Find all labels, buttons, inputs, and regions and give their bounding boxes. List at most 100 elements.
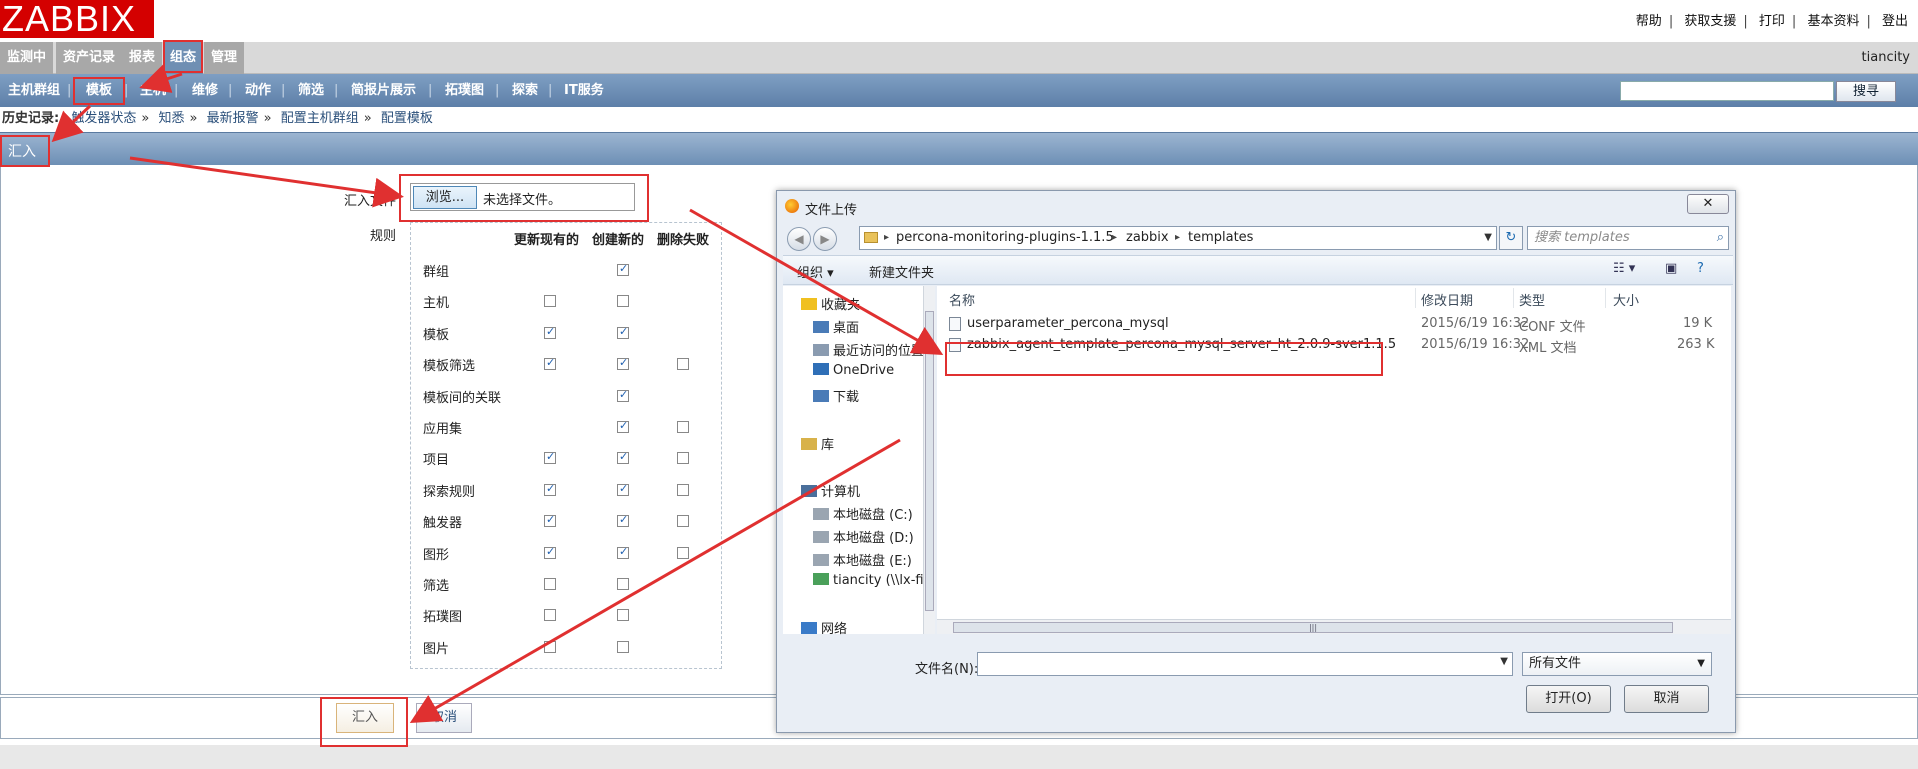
nav-item[interactable]: 下载: [813, 386, 859, 405]
help-icon[interactable]: ?: [1697, 261, 1704, 276]
horizontal-scrollbar-thumb[interactable]: |||: [953, 622, 1673, 633]
nav-item[interactable]: 本地磁盘 (C:): [813, 504, 913, 523]
rule-label: 探索规则: [423, 484, 476, 500]
rule-checkbox-create[interactable]: [617, 450, 629, 465]
nav-item[interactable]: 本地磁盘 (E:): [813, 550, 912, 569]
support-link[interactable]: 获取支援: [1684, 14, 1736, 29]
file-row[interactable]: userparameter_percona_mysql: [967, 316, 1169, 331]
desktop-icon: [813, 321, 829, 333]
help-link[interactable]: 帮助: [1636, 14, 1662, 29]
filetype-select[interactable]: 所有文件 ▼: [1522, 652, 1712, 676]
menu-administration[interactable]: 管理: [204, 42, 245, 74]
rule-checkbox-create[interactable]: [617, 609, 629, 622]
nav-item[interactable]: tiancity (\\lx-file: [813, 573, 935, 588]
history-link[interactable]: 知悉: [158, 111, 184, 126]
rule-checkbox-create[interactable]: [617, 419, 629, 433]
column-header-date[interactable]: 修改日期: [1421, 290, 1473, 309]
rule-checkbox-update[interactable]: [544, 295, 556, 308]
rule-checkbox-create[interactable]: [617, 545, 629, 559]
rule-checkbox-update[interactable]: [544, 450, 556, 465]
rule-checkbox-update[interactable]: [544, 545, 556, 559]
rule-checkbox-delete[interactable]: [677, 452, 689, 465]
rule-checkbox-create[interactable]: [617, 640, 629, 653]
path-segment[interactable]: templates: [1188, 227, 1253, 249]
nav-item[interactable]: 计算机: [801, 481, 860, 500]
search-input[interactable]: [1620, 81, 1834, 101]
close-button[interactable]: ✕: [1687, 194, 1729, 214]
rule-checkbox-update[interactable]: [544, 325, 556, 339]
rule-checkbox-create[interactable]: [617, 262, 629, 276]
submenu-maps[interactable]: 拓璞图: [445, 74, 484, 107]
cancel-button[interactable]: 取消: [416, 703, 472, 733]
submenu-slideshows[interactable]: 简报片展示: [351, 74, 416, 107]
rule-checkbox-delete[interactable]: [677, 483, 689, 496]
history-link[interactable]: 配置模板: [381, 111, 433, 126]
rule-checkbox-create[interactable]: [617, 513, 629, 528]
preview-pane-icon[interactable]: ▣: [1665, 261, 1677, 276]
rule-checkbox-create[interactable]: [617, 295, 629, 308]
nav-item[interactable]: 库: [801, 434, 834, 453]
dialog-search-input[interactable]: 搜索 templates ⌕: [1527, 226, 1729, 250]
profile-link[interactable]: 基本资料: [1807, 14, 1859, 29]
submenu-hostgroups[interactable]: 主机群组: [8, 74, 60, 107]
history-link[interactable]: 配置主机群组: [281, 111, 359, 126]
filename-input[interactable]: ▼: [977, 652, 1513, 676]
back-arrow-icon[interactable]: ◀: [787, 227, 811, 251]
menu-reports[interactable]: 报表: [122, 42, 163, 74]
rule-checkbox-update[interactable]: [544, 578, 556, 590]
rule-checkbox-delete[interactable]: [677, 546, 689, 559]
column-header-size[interactable]: 大小: [1613, 290, 1639, 309]
nav-item[interactable]: 收藏夹: [801, 294, 860, 313]
submenu-hosts[interactable]: 主机: [140, 74, 166, 107]
organize-button[interactable]: 组织 ▾: [797, 262, 834, 281]
submenu-filters[interactable]: 筛选: [298, 74, 324, 107]
nav-item[interactable]: 网络: [801, 618, 847, 637]
rule-checkbox-update[interactable]: [544, 482, 556, 496]
submenu-itservices[interactable]: IT服务: [564, 74, 604, 107]
rule-checkbox-delete[interactable]: [677, 358, 689, 371]
dialog-cancel-button[interactable]: 取消: [1624, 685, 1709, 713]
rule-checkbox-update[interactable]: [544, 513, 556, 528]
horizontal-scrollbar[interactable]: |||: [937, 619, 1731, 634]
column-header-name[interactable]: 名称: [949, 290, 975, 309]
path-segment[interactable]: zabbix: [1126, 227, 1169, 249]
nav-item[interactable]: OneDrive: [813, 363, 894, 378]
new-folder-button[interactable]: 新建文件夹: [869, 262, 934, 281]
forward-arrow-icon[interactable]: ▶: [813, 227, 837, 251]
search-icon[interactable]: ⌕: [1717, 227, 1724, 249]
address-bar[interactable]: ▸ percona-monitoring-plugins-1.1.5 ▸ zab…: [859, 226, 1497, 250]
open-button[interactable]: 打开(O): [1526, 685, 1611, 713]
view-options-icon[interactable]: ☷ ▾: [1613, 261, 1635, 276]
rule-checkbox-delete[interactable]: [677, 515, 689, 528]
nav-item-label: 本地磁盘 (C:): [833, 508, 913, 523]
zabbix-logo[interactable]: ZABBIX: [0, 0, 154, 38]
column-header-type[interactable]: 类型: [1519, 290, 1545, 309]
rule-checkbox-create[interactable]: [617, 388, 629, 402]
rule-checkbox-delete[interactable]: [677, 421, 689, 433]
submenu-discovery[interactable]: 探索: [512, 74, 538, 107]
rule-checkbox-create[interactable]: [617, 578, 629, 590]
rule-checkbox-create[interactable]: [617, 482, 629, 496]
nav-item[interactable]: 最近访问的位置: [813, 340, 924, 359]
submenu-actions[interactable]: 动作: [245, 74, 271, 107]
chevron-down-icon[interactable]: ▼: [1484, 227, 1492, 249]
menu-monitoring[interactable]: 监测中: [0, 42, 54, 74]
nav-scrollbar-thumb[interactable]: [925, 311, 934, 611]
refresh-icon[interactable]: ↻: [1499, 226, 1523, 250]
rule-checkbox-update[interactable]: [544, 356, 556, 371]
menu-inventory[interactable]: 资产记录: [56, 42, 123, 74]
submenu-maintenance[interactable]: 维修: [192, 74, 218, 107]
history-link[interactable]: 最新报警: [207, 111, 259, 126]
rule-checkbox-create[interactable]: [617, 356, 629, 371]
nav-item[interactable]: 本地磁盘 (D:): [813, 527, 914, 546]
nav-item[interactable]: 桌面: [813, 317, 859, 336]
rule-checkbox-update[interactable]: [544, 640, 556, 653]
search-button[interactable]: 搜寻: [1836, 81, 1896, 102]
path-segment[interactable]: percona-monitoring-plugins-1.1.5: [896, 227, 1114, 249]
print-link[interactable]: 打印: [1759, 14, 1785, 29]
history-link[interactable]: 触发器状态: [71, 111, 136, 126]
rule-checkbox-create[interactable]: [617, 325, 629, 339]
logout-link[interactable]: 登出: [1882, 14, 1908, 29]
rule-checkbox-update[interactable]: [544, 609, 556, 622]
chevron-down-icon[interactable]: ▼: [1500, 656, 1508, 667]
